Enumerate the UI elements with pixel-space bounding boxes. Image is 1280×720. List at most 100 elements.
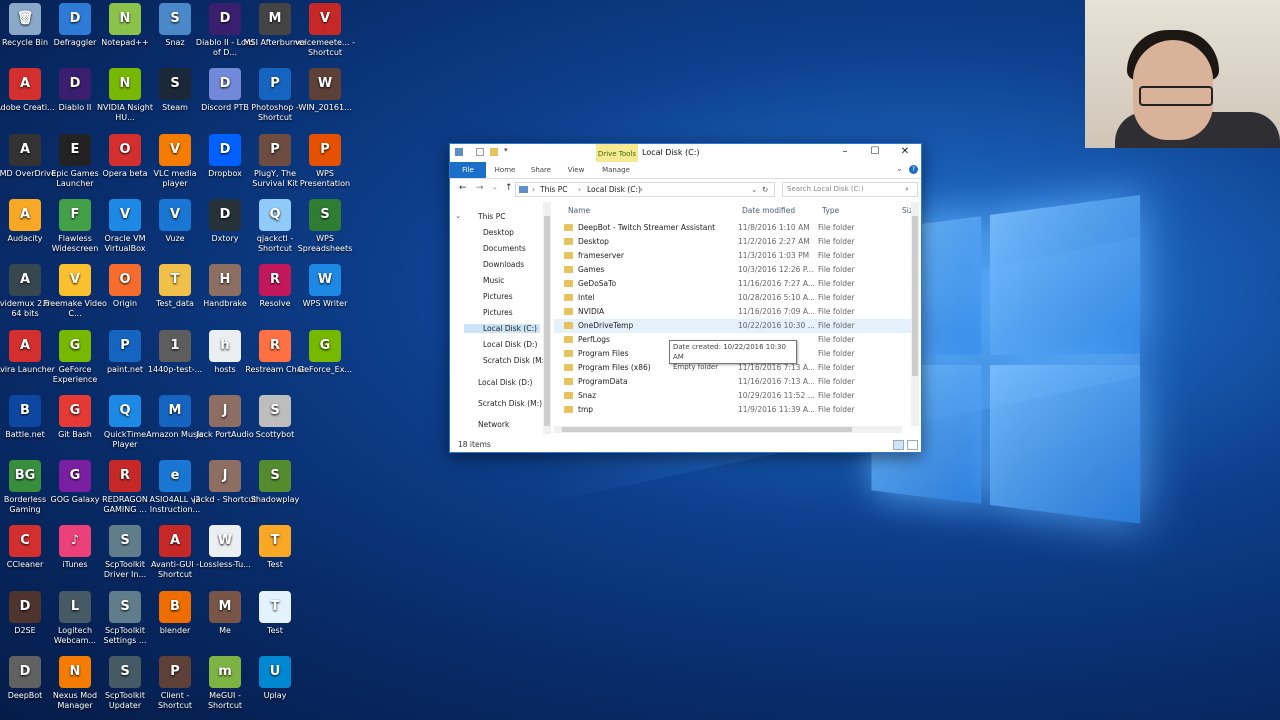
column-header-size[interactable]: Siz: [902, 206, 911, 215]
desktop-icon[interactable]: Vvoicemeete... - Shortcut: [293, 3, 357, 58]
chevron-down-icon[interactable]: ⌄: [455, 211, 461, 220]
desktop-icon[interactable]: U Uplay: [243, 656, 307, 701]
app-icon: B: [9, 395, 41, 427]
file-row[interactable]: ProgramData 11/16/2016 7:13 A... File fold…: [554, 375, 911, 389]
nav-music[interactable]: Music: [483, 276, 504, 285]
file-name: ProgramData: [578, 375, 628, 389]
desktop-icon[interactable]: P WPS Presentation: [293, 134, 357, 189]
app-icon: G: [309, 330, 341, 362]
tab-manage[interactable]: Manage: [596, 162, 636, 178]
file-row[interactable]: frameserver 11/3/2016 1:03 PM File folder: [554, 249, 911, 263]
file-row[interactable]: DeepBot - Twitch Streamer Assistant 11/8/…: [554, 221, 911, 235]
file-row[interactable]: tmp 11/9/2016 11:39 A... File folder: [554, 403, 911, 417]
desktop-icon-label: Scottybot: [243, 430, 307, 440]
nav-downloads[interactable]: Downloads: [483, 260, 524, 269]
chevron-down-icon[interactable]: ⌄: [751, 183, 757, 196]
breadcrumb-local-disk[interactable]: Local Disk (C:): [587, 183, 641, 196]
file-row[interactable]: Intel 10/28/2016 5:10 A... File folder: [554, 291, 911, 305]
file-list-scrollbar[interactable]: [911, 202, 919, 426]
help-icon[interactable]: ?: [909, 165, 918, 174]
tab-view[interactable]: View: [562, 162, 590, 178]
tab-file[interactable]: File: [450, 162, 486, 178]
back-arrow-icon[interactable]: ←: [459, 183, 467, 193]
file-explorer-window[interactable]: ▾ Drive Tools Local Disk (C:) – ☐ ✕ File…: [449, 143, 922, 453]
file-list: Name Date modified Type Siz DeepBot - Tw…: [554, 202, 911, 428]
file-row[interactable]: Desktop 11/2/2016 2:27 AM File folder: [554, 235, 911, 249]
address-bar[interactable]: › This PC › Local Disk (C:) › ⌄ ↻: [515, 182, 775, 197]
app-icon: 1: [159, 330, 191, 362]
app-icon: Q: [259, 199, 291, 231]
chevron-down-icon[interactable]: ⌄: [492, 183, 498, 191]
minimize-button[interactable]: –: [830, 144, 860, 162]
nav-scrollbar[interactable]: [543, 202, 551, 434]
nav-local-disk-d-root[interactable]: Local Disk (D:): [478, 378, 532, 387]
close-button[interactable]: ✕: [890, 144, 920, 162]
title-bar[interactable]: ▾ Drive Tools Local Disk (C:) – ☐ ✕: [450, 144, 921, 162]
file-row[interactable]: Games 10/3/2016 12:26 P... File folder: [554, 263, 911, 277]
search-placeholder: Search Local Disk (C:): [787, 183, 864, 196]
app-icon: P: [309, 134, 341, 166]
file-row[interactable]: OneDriveTemp 10/22/2016 10:30 ... File fol…: [554, 319, 911, 333]
maximize-button[interactable]: ☐: [860, 144, 890, 162]
app-icon: J: [209, 395, 241, 427]
nav-pictures-2[interactable]: Pictures: [483, 308, 513, 317]
chevron-down-icon[interactable]: ▾: [504, 146, 512, 154]
horizontal-scrollbar[interactable]: [554, 426, 902, 433]
refresh-icon[interactable]: ↻: [762, 183, 768, 196]
folder-icon: [564, 364, 573, 371]
properties-icon[interactable]: [476, 148, 484, 156]
file-type: File folder: [818, 347, 855, 361]
app-icon: V: [159, 199, 191, 231]
nav-network[interactable]: Network: [478, 420, 509, 429]
up-arrow-icon[interactable]: ↑: [505, 183, 513, 193]
desktop-icon[interactable]: T Test: [243, 591, 307, 636]
desktop-icon[interactable]: T Test: [243, 525, 307, 570]
file-type: File folder: [818, 333, 855, 347]
new-folder-icon[interactable]: [490, 148, 498, 156]
tab-home[interactable]: Home: [490, 162, 520, 178]
large-icons-view-icon[interactable]: [907, 440, 918, 450]
nav-local-disk-c[interactable]: Local Disk (C:): [464, 324, 540, 333]
app-icon: S: [109, 656, 141, 688]
app-icon: N: [59, 656, 91, 688]
nav-documents[interactable]: Documents: [483, 244, 526, 253]
file-date: 11/16/2016 7:27 A...: [738, 277, 815, 291]
app-icon: O: [109, 134, 141, 166]
app-icon: W: [309, 68, 341, 100]
file-name: DeepBot - Twitch Streamer Assistant: [578, 221, 715, 235]
desktop-icon[interactable]: S WPS Spreadsheets: [293, 199, 357, 254]
app-icon: S: [159, 3, 191, 35]
nav-this-pc[interactable]: This PC: [478, 212, 505, 221]
file-row[interactable]: NVIDIA 11/16/2016 7:09 A... File folder: [554, 305, 911, 319]
file-type: File folder: [818, 319, 855, 333]
chevron-down-icon[interactable]: ⌄: [896, 164, 903, 173]
column-header-name[interactable]: Name: [568, 206, 590, 215]
app-icon: D: [209, 68, 241, 100]
search-input[interactable]: Search Local Disk (C:) ⌕: [782, 182, 918, 197]
desktop-icon[interactable]: S Scottybot: [243, 395, 307, 440]
tab-share[interactable]: Share: [526, 162, 556, 178]
desktop-icon[interactable]: W WPS Writer: [293, 264, 357, 309]
window-title: Local Disk (C:): [642, 148, 700, 157]
desktop-icon-label: Test: [243, 626, 307, 636]
forward-arrow-icon[interactable]: →: [476, 183, 484, 193]
column-header-type[interactable]: Type: [822, 206, 839, 215]
status-item-count: 18 items: [458, 440, 491, 449]
details-view-icon[interactable]: [893, 440, 904, 450]
file-row[interactable]: Snaz 10/29/2016 11:52 ... File folder: [554, 389, 911, 403]
nav-scratch-disk[interactable]: Scratch Disk (M:): [483, 356, 547, 365]
desktop-icon[interactable]: W WIN_20161...: [293, 68, 357, 113]
file-name: Intel: [578, 291, 595, 305]
nav-pictures[interactable]: Pictures: [483, 292, 513, 301]
nav-desktop[interactable]: Desktop: [483, 228, 514, 237]
breadcrumb-this-pc[interactable]: This PC: [540, 183, 567, 196]
app-icon: T: [159, 264, 191, 296]
app-icon: ♪: [59, 525, 91, 557]
desktop-icon[interactable]: S Shadowplay: [243, 460, 307, 505]
desktop-icon[interactable]: G GeForce_Ex...: [293, 330, 357, 375]
nav-scratch-disk-root[interactable]: Scratch Disk (M:): [478, 399, 542, 408]
nav-local-disk-d[interactable]: Local Disk (D:): [483, 340, 537, 349]
file-row[interactable]: GeDoSaTo 11/16/2016 7:27 A... File folder: [554, 277, 911, 291]
file-name: GeDoSaTo: [578, 277, 616, 291]
column-header-date[interactable]: Date modified: [742, 206, 795, 215]
